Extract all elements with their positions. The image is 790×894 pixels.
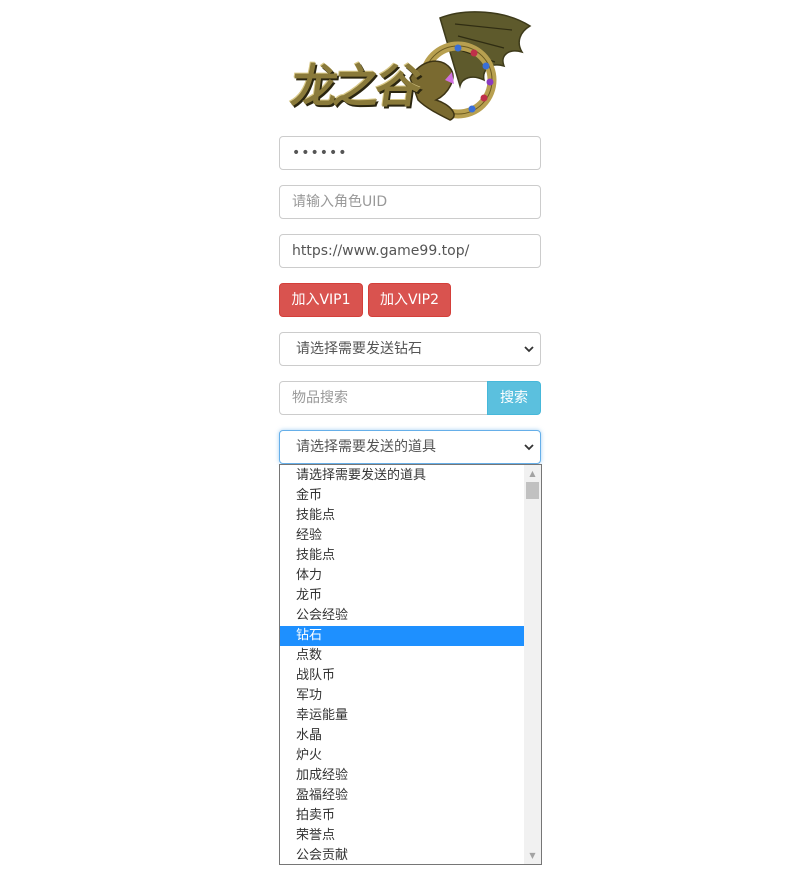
diamond-select[interactable]: 请选择需要发送钻石 (279, 332, 541, 366)
item-option[interactable]: 水晶 (280, 726, 524, 746)
item-option[interactable]: 幸运能量 (280, 706, 524, 726)
item-option-list: 请选择需要发送的道具 金币 技能点 经验 技能点 体力 龙币 公会经验 钻石 点数 战队币 军功 幸运能… (280, 466, 541, 864)
item-select[interactable]: 请选择需要发送的道具 (279, 430, 541, 464)
password-field[interactable]: •••••• (279, 136, 541, 170)
item-option[interactable]: 龙币 (280, 586, 524, 606)
item-option[interactable]: 荣誉点 (280, 826, 524, 846)
item-option[interactable]: 拍卖币 (280, 806, 524, 826)
uid-placeholder: 请输入角色UID (292, 194, 388, 210)
item-option[interactable]: 点数 (280, 646, 524, 666)
url-input[interactable]: https://www.game99.top/ (279, 234, 541, 268)
item-search-placeholder: 物品搜索 (292, 390, 348, 406)
logo-text: 龙之谷 (287, 59, 422, 113)
uid-input[interactable]: 请输入角色UID (279, 185, 541, 219)
item-option[interactable]: 军功 (280, 686, 524, 706)
scroll-down-icon[interactable]: ▼ (524, 847, 541, 864)
password-value: •••••• (292, 145, 348, 161)
game-logo: 龙之谷 (287, 8, 536, 126)
item-option[interactable]: 请选择需要发送的道具 (280, 466, 524, 486)
url-value: https://www.game99.top/ (292, 243, 470, 259)
join-vip1-button[interactable]: 加入VIP1 (279, 283, 363, 317)
item-option[interactable]: 经验 (280, 526, 524, 546)
scroll-thumb[interactable] (526, 482, 539, 499)
search-button[interactable]: 搜索 (487, 381, 541, 415)
scroll-up-icon[interactable]: ▲ (524, 465, 541, 482)
chevron-down-icon (524, 444, 534, 451)
diamond-select-value: 请选择需要发送钻石 (296, 341, 422, 357)
item-option[interactable]: 炉火 (280, 746, 524, 766)
item-option[interactable]: 金币 (280, 486, 524, 506)
scrollbar[interactable]: ▲ ▼ (524, 465, 541, 864)
item-option[interactable]: 战队币 (280, 666, 524, 686)
item-option[interactable]: 公会贡献 (280, 846, 524, 864)
chevron-down-icon (524, 346, 534, 353)
item-select-value: 请选择需要发送的道具 (296, 439, 436, 455)
item-search-input[interactable]: 物品搜索 (279, 381, 488, 415)
item-dropdown-list[interactable]: 请选择需要发送的道具 金币 技能点 经验 技能点 体力 龙币 公会经验 钻石 点数 战队币 军功 幸运能… (279, 464, 542, 865)
item-option[interactable]: 加成经验 (280, 766, 524, 786)
join-vip2-button[interactable]: 加入VIP2 (368, 283, 451, 317)
item-option[interactable]: 体力 (280, 566, 524, 586)
item-option[interactable]: 技能点 (280, 546, 524, 566)
item-option[interactable]: 钻石 (280, 626, 524, 646)
item-option[interactable]: 盈福经验 (280, 786, 524, 806)
item-option[interactable]: 技能点 (280, 506, 524, 526)
item-option[interactable]: 公会经验 (280, 606, 524, 626)
